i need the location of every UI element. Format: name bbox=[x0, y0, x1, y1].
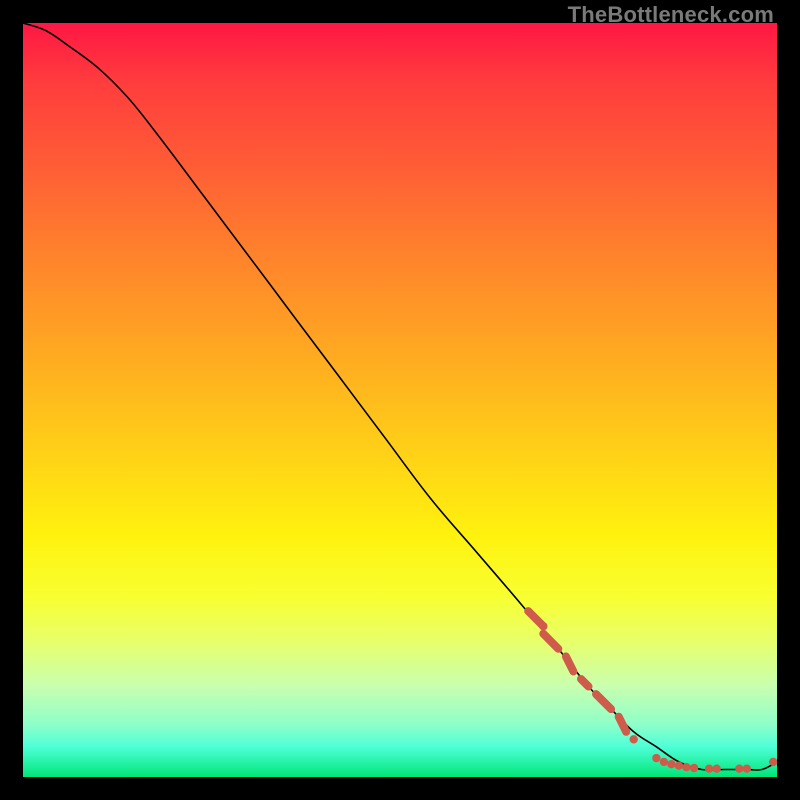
highlight-points bbox=[539, 622, 777, 773]
highlight-dot bbox=[713, 765, 721, 773]
highlight-dot bbox=[735, 765, 743, 773]
highlight-dash bbox=[566, 656, 574, 671]
bottleneck-curve bbox=[23, 23, 777, 770]
highlight-dot bbox=[705, 765, 713, 773]
highlight-dash bbox=[619, 717, 627, 732]
highlight-dot bbox=[682, 763, 690, 771]
chart-svg bbox=[23, 23, 777, 777]
highlight-dot bbox=[652, 754, 660, 762]
highlight-dot bbox=[630, 735, 638, 743]
highlight-dot bbox=[743, 765, 751, 773]
highlight-dot bbox=[769, 758, 777, 766]
highlight-dash bbox=[543, 634, 558, 649]
highlight-dash bbox=[596, 694, 611, 709]
highlight-dot bbox=[690, 764, 698, 772]
highlight-dot bbox=[539, 622, 547, 630]
highlight-dot bbox=[667, 760, 675, 768]
highlight-dot bbox=[675, 762, 683, 770]
highlight-dot bbox=[660, 758, 668, 766]
plot-area bbox=[23, 23, 777, 777]
highlight-dash bbox=[581, 679, 589, 687]
chart-stage: TheBottleneck.com bbox=[0, 0, 800, 800]
